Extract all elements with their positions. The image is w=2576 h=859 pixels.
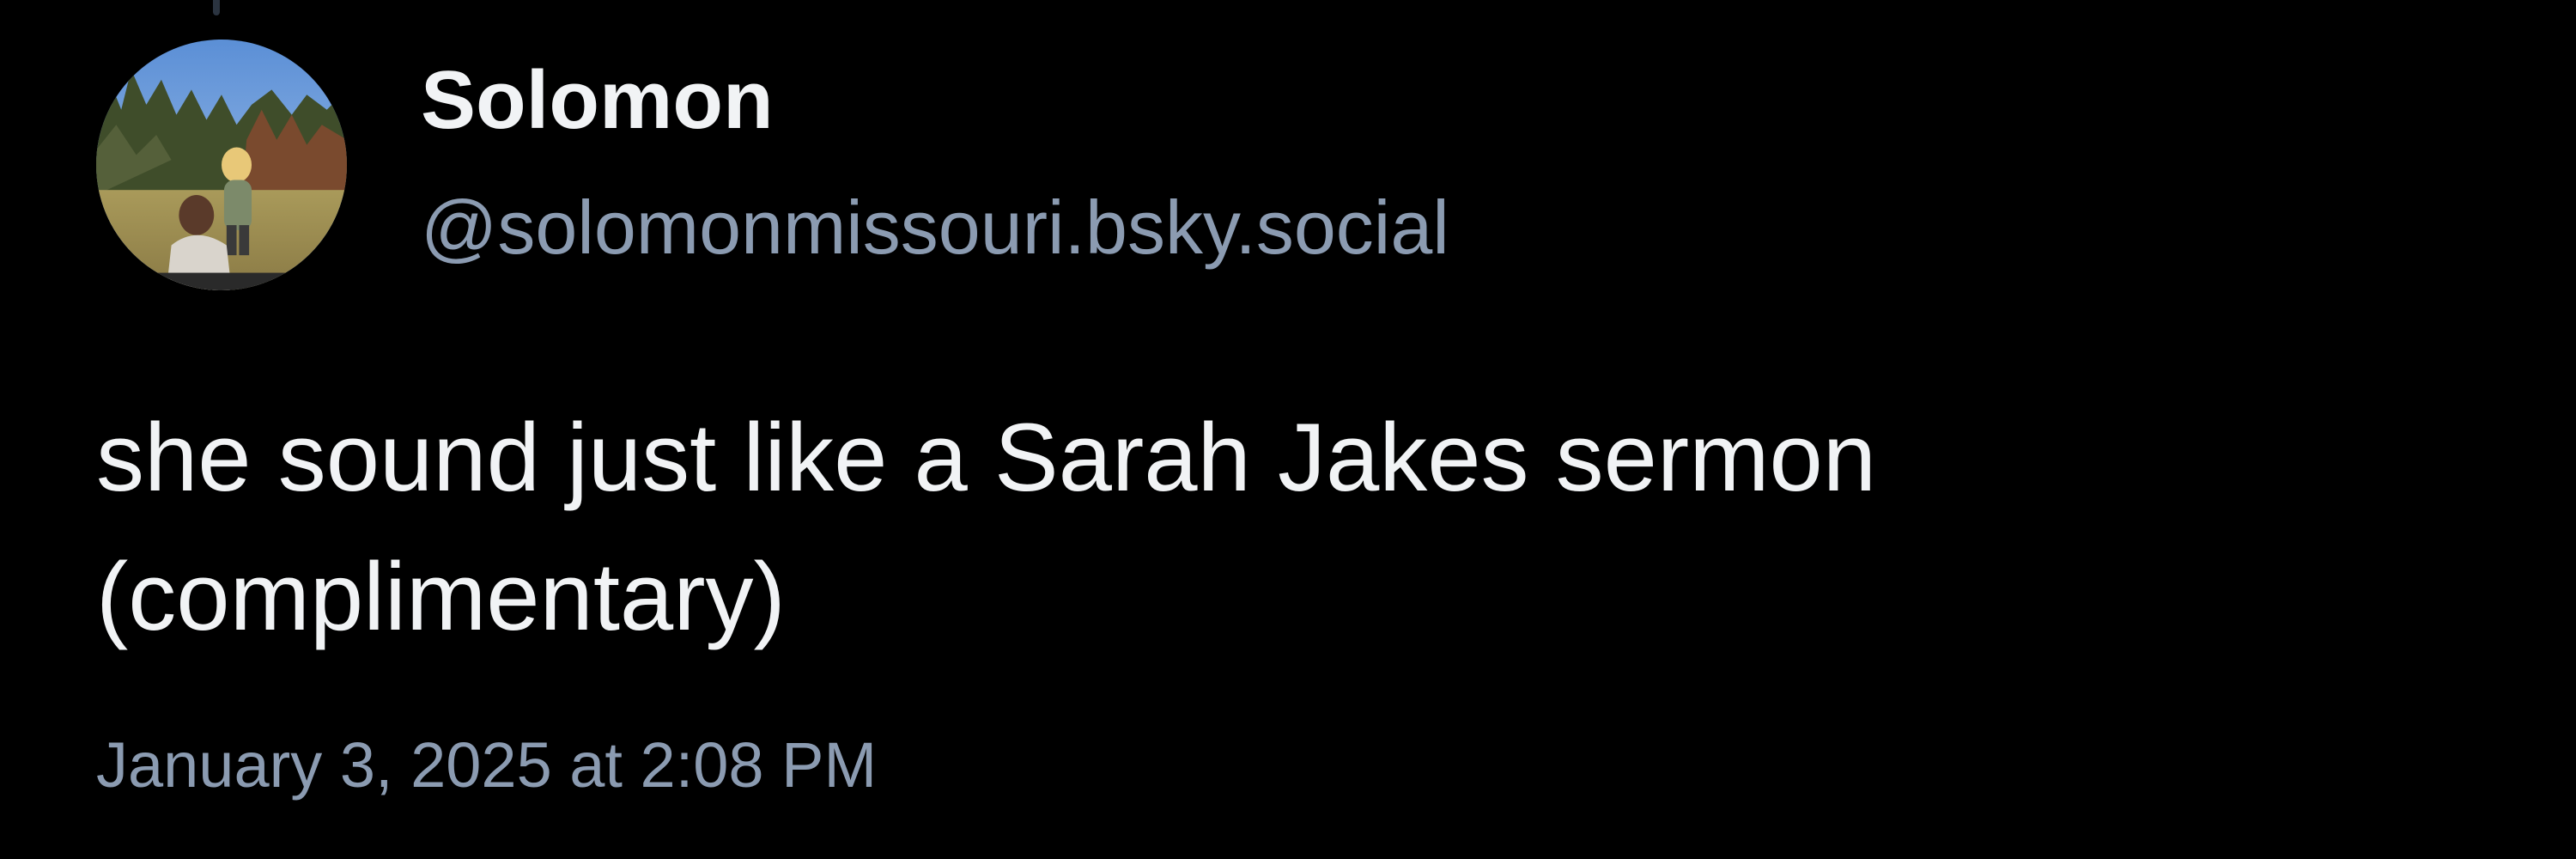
- post-body-text: she sound just like a Sarah Jakes sermon…: [96, 404, 1877, 651]
- post-timestamp: January 3, 2025 at 2:08 PM: [96, 729, 878, 801]
- author-handle[interactable]: @solomonmissouri.bsky.social: [421, 184, 1449, 271]
- avatar[interactable]: [96, 40, 347, 290]
- thread-connector-line: [213, 0, 220, 15]
- author-display-name[interactable]: Solomon: [421, 53, 774, 148]
- profile-photo-image: [96, 40, 347, 290]
